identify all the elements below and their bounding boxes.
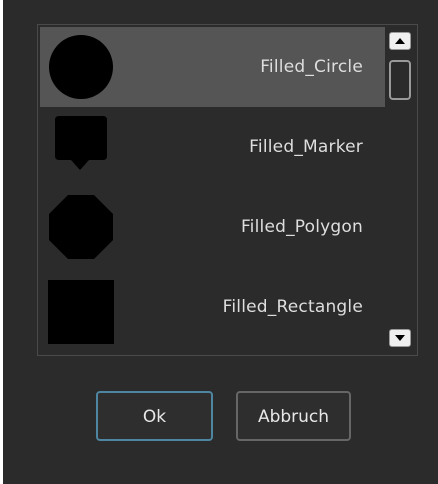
list-item[interactable]: Filled_Polygon xyxy=(40,187,385,267)
ok-button[interactable]: Ok xyxy=(96,391,213,441)
list-item[interactable]: Filled_Marker xyxy=(40,107,385,187)
list-item-label: Filled_Rectangle xyxy=(222,297,363,317)
list-item-label: Filled_Circle xyxy=(260,57,363,77)
list-item-label: Filled_Marker xyxy=(249,137,363,157)
scrollbar-thumb[interactable] xyxy=(389,60,411,100)
cancel-button[interactable]: Abbruch xyxy=(236,391,351,441)
shape-list[interactable]: Filled_Circle Filled_Marker Filled_Polyg… xyxy=(40,27,385,353)
list-item-label: Filled_Polygon xyxy=(240,217,363,237)
scroll-down-button[interactable] xyxy=(389,329,411,347)
filled-marker-icon xyxy=(55,116,107,170)
filled-circle-icon xyxy=(49,35,113,99)
list-item[interactable]: Filled_Circle xyxy=(40,27,385,107)
filled-rectangle-icon xyxy=(48,280,114,344)
filled-polygon-icon xyxy=(49,195,113,259)
arrow-down-icon xyxy=(395,335,405,341)
scroll-up-button[interactable] xyxy=(389,32,411,50)
arrow-up-icon xyxy=(395,38,405,44)
list-item[interactable]: Filled_Rectangle xyxy=(40,267,385,347)
shape-picker-dialog: Filled_Circle Filled_Marker Filled_Polyg… xyxy=(3,0,438,484)
vertical-scrollbar[interactable] xyxy=(386,27,416,353)
shape-list-frame: Filled_Circle Filled_Marker Filled_Polyg… xyxy=(37,24,418,356)
